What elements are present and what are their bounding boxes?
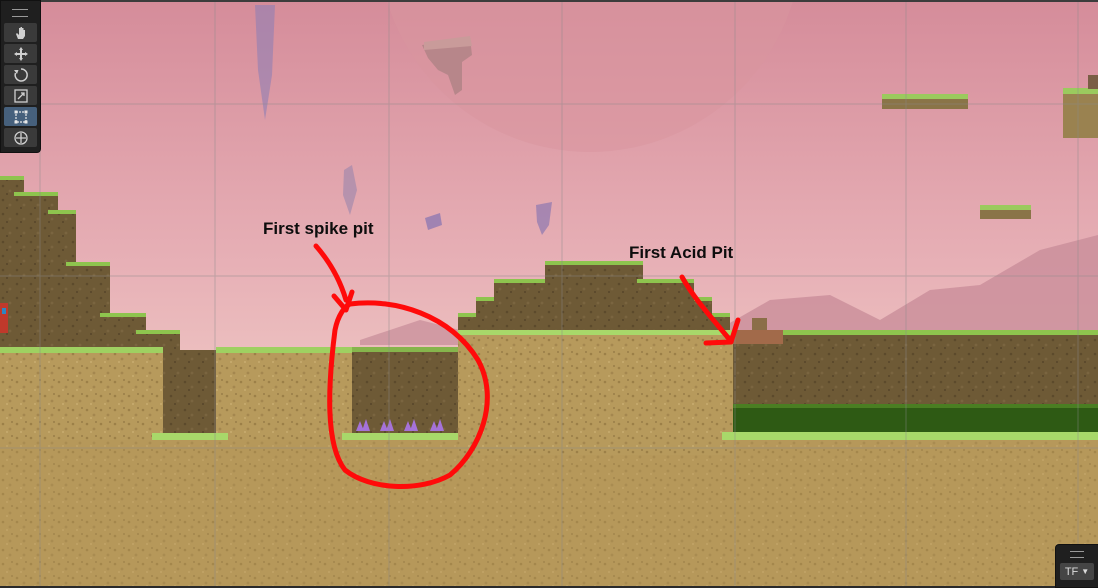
- scale-icon: [13, 88, 28, 103]
- hand-icon: [15, 26, 25, 39]
- chevron-down-icon: ▼: [1081, 567, 1090, 576]
- hand-tool-button[interactable]: [4, 23, 37, 42]
- rect-transform-icon: [14, 110, 27, 123]
- rotate-tool-button[interactable]: [4, 65, 37, 84]
- acid-pool: [733, 404, 1098, 434]
- overlay-menu[interactable]: TF ▼: [1055, 544, 1098, 588]
- drag-handle[interactable]: [1070, 551, 1084, 558]
- tf-dropdown-label: TF: [1064, 565, 1079, 578]
- player-sprite: [0, 303, 8, 333]
- floating-platform: [1063, 90, 1098, 138]
- small-pit: [163, 350, 216, 436]
- spike-pit-label: First spike pit: [263, 219, 374, 238]
- rotate-icon: [13, 67, 28, 82]
- scale-tool-button[interactable]: [4, 86, 37, 105]
- game-world: [0, 0, 1098, 586]
- tools-overlay[interactable]: [0, 0, 41, 153]
- move-tool-button[interactable]: [4, 44, 37, 63]
- move-icon: [13, 46, 28, 61]
- scene-view[interactable]: First spike pit First Acid Pit: [0, 0, 1098, 586]
- spike-pit: [352, 350, 458, 435]
- tf-dropdown[interactable]: TF ▼: [1060, 563, 1094, 580]
- acid-pit-label: First Acid Pit: [629, 243, 734, 262]
- transform-icon: [13, 130, 28, 145]
- drag-handle[interactable]: [12, 9, 28, 17]
- window-top-border: [0, 0, 1098, 2]
- acid-pit-wall: [733, 333, 1098, 405]
- transform-tool-button[interactable]: [4, 128, 37, 147]
- rect-tool-button[interactable]: [4, 107, 37, 126]
